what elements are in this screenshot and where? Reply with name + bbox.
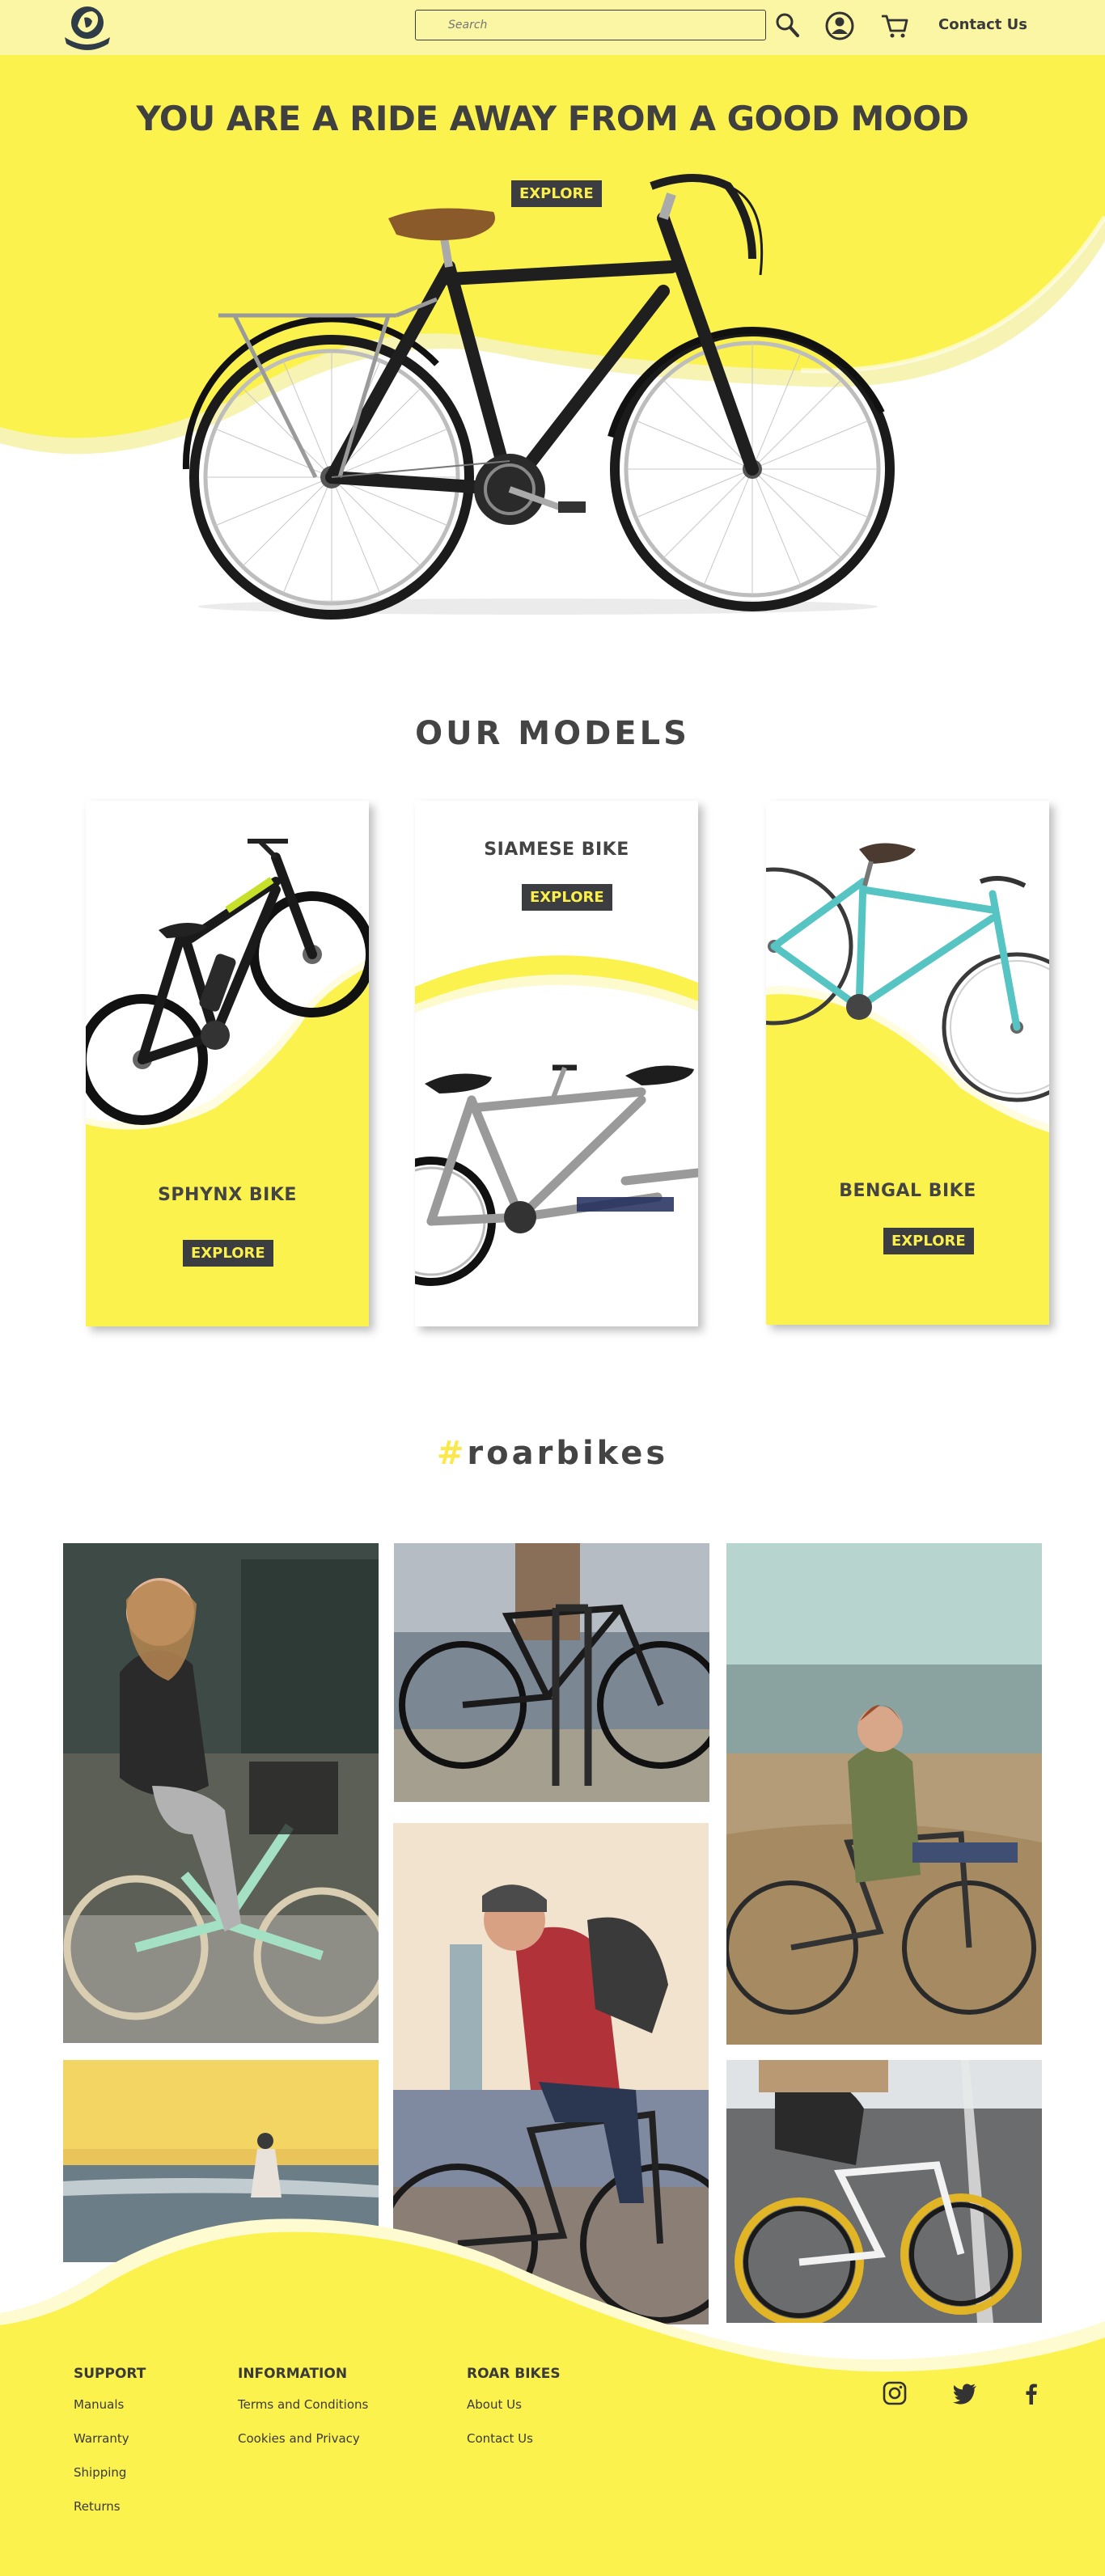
gallery-photo-woman-mint-bike[interactable] — [63, 1543, 379, 2043]
model-card-bengal[interactable]: BENGAL BIKE EXPLORE — [766, 801, 1049, 1325]
model-name: SIAMESE BIKE — [484, 840, 629, 860]
facebook-icon[interactable] — [1018, 2379, 1045, 2407]
cart-icon[interactable] — [878, 10, 911, 42]
bengal-bike-image — [766, 843, 1049, 1102]
footer-link-warranty[interactable]: Warranty — [74, 2431, 129, 2446]
models-section-title: OUR MODELS — [415, 715, 690, 752]
hashtag-text: roarbikes — [467, 1435, 669, 1472]
footer-link-terms[interactable]: Terms and Conditions — [238, 2397, 368, 2412]
user-icon[interactable] — [823, 10, 856, 42]
siamese-tandem-bike-image — [415, 1064, 698, 1286]
siamese-explore-button[interactable]: EXPLORE — [522, 884, 612, 911]
sphynx-explore-button[interactable]: EXPLORE — [183, 1240, 273, 1267]
site-header: Contact Us — [0, 0, 1105, 55]
hero-title: YOU ARE A RIDE AWAY FROM A GOOD MOOD — [136, 99, 969, 138]
search-icon[interactable] — [772, 10, 804, 42]
gallery-photo-beach-woman[interactable] — [726, 1543, 1042, 2045]
model-card-sphynx[interactable]: SPHYNX BIKE EXPLORE — [86, 801, 369, 1326]
hashtag-title: #roarbikes — [0, 1435, 1105, 1472]
footer-link-shipping[interactable]: Shipping — [74, 2465, 126, 2480]
footer-link-contact[interactable]: Contact Us — [467, 2431, 533, 2446]
model-card-siamese[interactable]: SIAMESE BIKE EXPLORE — [415, 801, 698, 1326]
bengal-explore-button[interactable]: EXPLORE — [883, 1228, 974, 1254]
footer-heading-roar-bikes: ROAR BIKES — [467, 2366, 561, 2382]
search-input[interactable] — [415, 10, 766, 40]
hero-bike-image — [182, 174, 895, 620]
sphynx-bike-image — [86, 839, 369, 1125]
hash-symbol: # — [436, 1435, 468, 1472]
footer-link-about[interactable]: About Us — [467, 2397, 522, 2412]
footer-link-cookies[interactable]: Cookies and Privacy — [238, 2431, 360, 2446]
gallery-photo-parked-bike[interactable] — [394, 1543, 709, 1802]
footer-heading-support: SUPPORT — [74, 2366, 146, 2382]
footer-heading-information: INFORMATION — [238, 2366, 348, 2382]
footer-background — [0, 2219, 1105, 2576]
model-name: BENGAL BIKE — [839, 1181, 976, 1201]
twitter-icon[interactable] — [951, 2379, 979, 2407]
footer-link-manuals[interactable]: Manuals — [74, 2397, 124, 2412]
contact-us-link[interactable]: Contact Us — [938, 16, 1027, 33]
footer-link-returns[interactable]: Returns — [74, 2499, 121, 2514]
roar-bikes-logo[interactable] — [49, 2, 126, 53]
model-name: SPHYNX BIKE — [158, 1185, 297, 1205]
instagram-icon[interactable] — [881, 2379, 908, 2407]
